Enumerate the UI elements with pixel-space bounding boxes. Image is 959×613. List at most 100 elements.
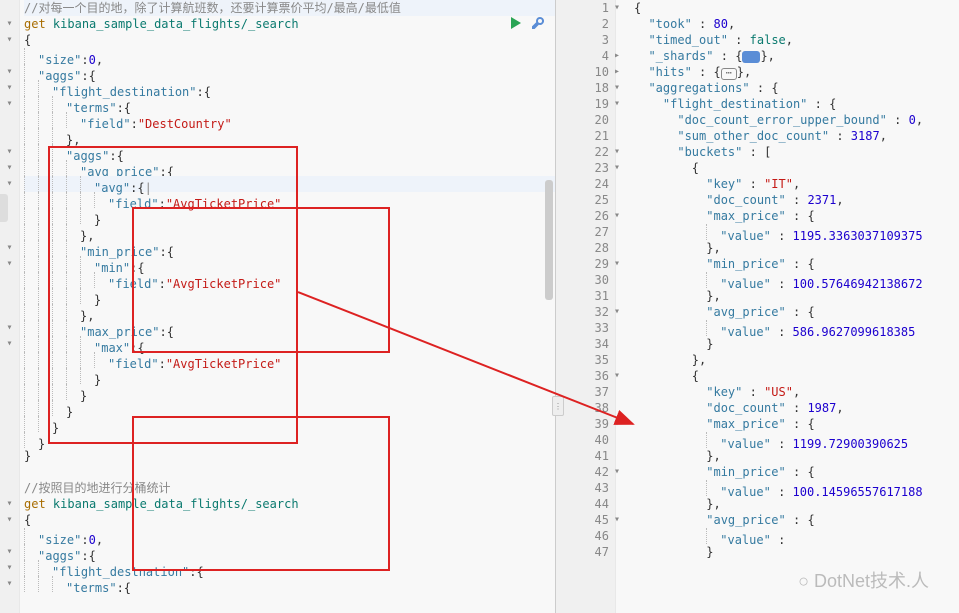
response-line[interactable]: "doc_count" : 2371,: [634, 192, 959, 208]
fold-marker[interactable]: ▾: [0, 560, 19, 576]
code-line[interactable]: }: [24, 432, 555, 448]
response-line[interactable]: "aggregations" : {: [634, 80, 959, 96]
fold-marker[interactable]: [0, 480, 19, 496]
fold-marker[interactable]: [0, 400, 19, 416]
fold-marker[interactable]: [0, 0, 19, 16]
fold-marker[interactable]: [0, 384, 19, 400]
code-line[interactable]: "min":{: [24, 256, 555, 272]
code-line[interactable]: }: [24, 400, 555, 416]
response-line[interactable]: "avg_price" : {: [634, 512, 959, 528]
fold-marker[interactable]: ▾: [0, 336, 19, 352]
fold-marker[interactable]: [0, 224, 19, 240]
fold-marker[interactable]: ▾: [0, 96, 19, 112]
response-line[interactable]: "min_price" : {: [634, 256, 959, 272]
code-line[interactable]: "terms":{: [24, 96, 555, 112]
code-line[interactable]: "avg":{|: [24, 176, 555, 192]
fold-marker[interactable]: ▾: [0, 80, 19, 96]
fold-marker[interactable]: [0, 448, 19, 464]
fold-marker[interactable]: ▾: [0, 240, 19, 256]
response-line[interactable]: }: [634, 336, 959, 352]
fold-marker[interactable]: ▾: [0, 576, 19, 592]
response-line[interactable]: "doc_count_error_upper_bound" : 0,: [634, 112, 959, 128]
response-line[interactable]: "value" : 1199.72900390625: [634, 432, 959, 448]
response-line[interactable]: {: [634, 368, 959, 384]
fold-marker[interactable]: ▾: [0, 16, 19, 32]
code-line[interactable]: "max":{: [24, 336, 555, 352]
code-line[interactable]: "field":"DestCountry": [24, 112, 555, 128]
code-line[interactable]: "size":0,: [24, 48, 555, 64]
fold-marker[interactable]: [0, 112, 19, 128]
code-line[interactable]: "min_price":{: [24, 240, 555, 256]
request-pane[interactable]: ▾▾▾▾▾▾▾▾▾▾▾▾▾▾▾▾▾ //对每一个目的地，除了计算航班数，还要计算…: [0, 0, 556, 613]
response-line[interactable]: }: [634, 544, 959, 560]
response-line[interactable]: {: [634, 160, 959, 176]
fold-marker[interactable]: [0, 128, 19, 144]
fold-marker[interactable]: ▾: [0, 496, 19, 512]
response-line[interactable]: "max_price" : {: [634, 416, 959, 432]
response-line[interactable]: },: [634, 288, 959, 304]
response-line[interactable]: "value" : 100.57646942138672: [634, 272, 959, 288]
code-line[interactable]: //按照目的地进行分桶统计: [24, 480, 555, 496]
response-line[interactable]: },: [634, 240, 959, 256]
code-line[interactable]: {: [24, 512, 555, 528]
fold-marker[interactable]: ▾: [0, 256, 19, 272]
fold-marker[interactable]: ▾: [0, 64, 19, 80]
fold-marker[interactable]: [0, 304, 19, 320]
code-line[interactable]: {: [24, 32, 555, 48]
response-line[interactable]: "sum_other_doc_count" : 3187,: [634, 128, 959, 144]
fold-marker[interactable]: [0, 368, 19, 384]
fold-marker[interactable]: ▾: [0, 32, 19, 48]
scrollbar-thumb[interactable]: [545, 180, 553, 300]
response-line[interactable]: {: [634, 0, 959, 16]
code-line[interactable]: "avg_price":{: [24, 160, 555, 176]
code-line[interactable]: [24, 464, 555, 480]
code-line[interactable]: }: [24, 288, 555, 304]
code-line[interactable]: "field":"AvgTicketPrice": [24, 352, 555, 368]
code-line[interactable]: "flight_destination":{: [24, 80, 555, 96]
code-line[interactable]: },: [24, 224, 555, 240]
fold-marker[interactable]: [0, 352, 19, 368]
response-line[interactable]: "value" : 1195.3363037109375: [634, 224, 959, 240]
code-line[interactable]: "field":"AvgTicketPrice": [24, 192, 555, 208]
code-line[interactable]: }: [24, 416, 555, 432]
fold-marker[interactable]: [0, 432, 19, 448]
code-line[interactable]: }: [24, 448, 555, 464]
response-line[interactable]: },: [634, 352, 959, 368]
fold-marker[interactable]: ▾: [0, 144, 19, 160]
fold-marker[interactable]: ▾: [0, 512, 19, 528]
response-line[interactable]: "_shards" : { },: [634, 48, 959, 64]
fold-marker[interactable]: [0, 48, 19, 64]
code-line[interactable]: }: [24, 208, 555, 224]
response-line[interactable]: "hits" : {⋯},: [634, 64, 959, 80]
fold-marker[interactable]: ▾: [0, 544, 19, 560]
response-line[interactable]: "value" : 100.14596557617188: [634, 480, 959, 496]
response-line[interactable]: "value" :: [634, 528, 959, 544]
code-line[interactable]: }: [24, 368, 555, 384]
code-line[interactable]: "aggs":{: [24, 544, 555, 560]
response-line[interactable]: "key" : "IT",: [634, 176, 959, 192]
fold-marker[interactable]: [0, 416, 19, 432]
response-line[interactable]: "took" : 80,: [634, 16, 959, 32]
fold-marker[interactable]: ▾: [0, 320, 19, 336]
code-line[interactable]: "terms":{: [24, 576, 555, 592]
response-line[interactable]: "min_price" : {: [634, 464, 959, 480]
fold-marker[interactable]: [0, 288, 19, 304]
response-line[interactable]: },: [634, 496, 959, 512]
response-line[interactable]: "avg_price" : {: [634, 304, 959, 320]
request-editor[interactable]: //对每一个目的地，除了计算航班数，还要计算票价平均/最高/最低值get kib…: [20, 0, 555, 613]
response-viewer[interactable]: { "took" : 80, "timed_out" : false, "_sh…: [616, 0, 959, 613]
pane-resize-handle[interactable]: ⋮: [552, 396, 564, 416]
response-line[interactable]: "flight_destination" : {: [634, 96, 959, 112]
code-line[interactable]: "size":0,: [24, 528, 555, 544]
code-line[interactable]: },: [24, 304, 555, 320]
fold-marker[interactable]: ▾: [0, 176, 19, 192]
fold-marker[interactable]: [0, 272, 19, 288]
response-line[interactable]: "buckets" : [: [634, 144, 959, 160]
code-line[interactable]: //对每一个目的地，除了计算航班数，还要计算票价平均/最高/最低值: [24, 0, 555, 16]
code-line[interactable]: },: [24, 128, 555, 144]
fold-marker[interactable]: [0, 464, 19, 480]
response-line[interactable]: "doc_count" : 1987,: [634, 400, 959, 416]
response-line[interactable]: "timed_out" : false,: [634, 32, 959, 48]
response-line[interactable]: "value" : 586.9627099618385: [634, 320, 959, 336]
response-line[interactable]: "max_price" : {: [634, 208, 959, 224]
